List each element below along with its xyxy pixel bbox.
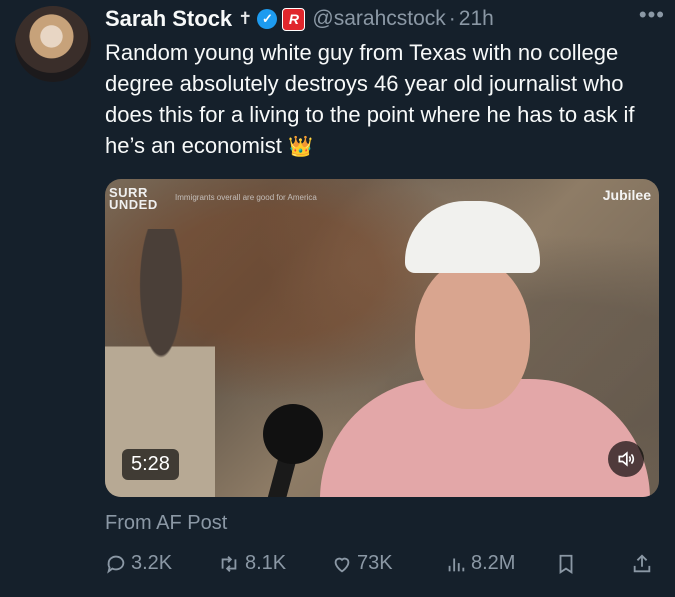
author-handle[interactable]: @sarahcstock — [312, 7, 445, 31]
more-options-icon[interactable]: ••• — [639, 2, 665, 28]
reply-icon — [107, 555, 125, 574]
cross-icon: ✝ — [238, 9, 253, 28]
separator-dot: · — [448, 7, 456, 30]
speaker-icon — [618, 451, 635, 467]
avatar[interactable] — [15, 6, 91, 82]
views-button[interactable]: 8.2M — [445, 552, 515, 575]
surrounded-logo: SURR UNDED — [109, 186, 158, 212]
views-count: 8.2M — [471, 552, 516, 574]
video-duration: 5:28 — [122, 449, 179, 480]
repost-button[interactable]: 8.1K — [217, 552, 286, 575]
source-attribution[interactable]: From AF Post — [105, 512, 227, 535]
like-count: 73K — [357, 552, 393, 574]
logo-line-2: UNDED — [109, 197, 158, 212]
jubilee-watermark: Jubilee — [602, 187, 651, 203]
repost-count: 8.1K — [245, 552, 287, 574]
bookmark-icon — [559, 554, 573, 574]
tweet-timestamp[interactable]: 21h — [459, 7, 494, 31]
verified-badge-icon[interactable]: ✓ — [257, 9, 278, 29]
affiliation-badge-icon[interactable]: R — [282, 7, 306, 31]
share-icon — [633, 554, 651, 573]
repost-icon — [221, 555, 237, 572]
author-name[interactable]: Sarah Stock — [105, 6, 232, 32]
like-button[interactable]: 73K — [331, 552, 393, 575]
video-subject-face — [415, 259, 530, 409]
bookmark-button[interactable] — [555, 552, 581, 576]
heart-icon — [334, 557, 350, 572]
reply-count: 3.2K — [131, 552, 173, 574]
tweet-text: Random young white guy from Texas with n… — [105, 37, 665, 163]
tweet-header: Sarah Stock ✝ ✓ R @sarahcstock · 21h — [105, 3, 665, 35]
share-button[interactable] — [631, 552, 657, 576]
views-chart-icon — [448, 558, 465, 571]
action-bar: 3.2K 8.1K 73K 8.2M — [105, 552, 660, 582]
mute-button[interactable] — [608, 441, 644, 477]
tweet-body: Random young white guy from Texas with n… — [105, 40, 635, 158]
microphone-icon — [263, 404, 323, 464]
reply-button[interactable]: 3.2K — [105, 552, 172, 575]
crown-emoji: 👑 — [288, 136, 313, 158]
video-player[interactable]: SURR UNDED Immigrants overall are good f… — [105, 179, 659, 497]
video-caption: Immigrants overall are good for America — [175, 193, 317, 202]
